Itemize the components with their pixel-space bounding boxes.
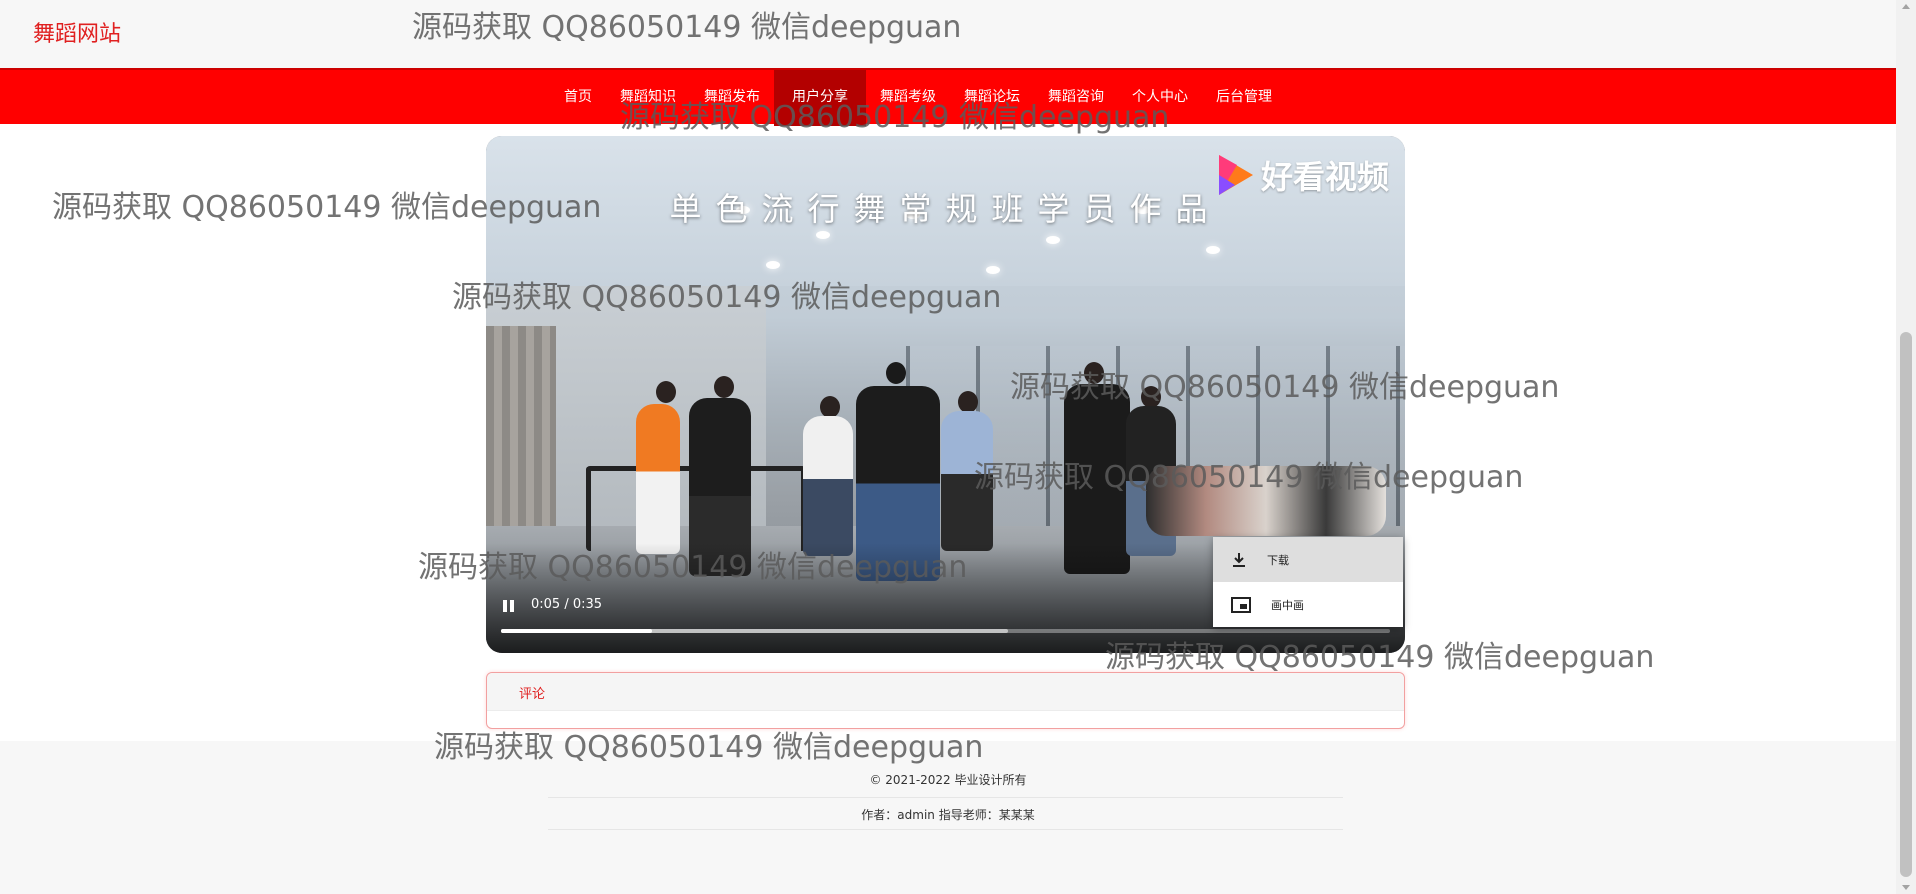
pause-icon [503, 600, 507, 612]
page-footer: © 2021-2022 毕业设计所有 作者：admin 指导老师：某某某 [0, 741, 1896, 894]
page-scrollbar[interactable] [1896, 0, 1916, 894]
nav-item-dance-consult[interactable]: 舞蹈咨询 [1034, 70, 1118, 126]
dancer [941, 411, 993, 551]
footer-divider [548, 829, 1343, 830]
ceiling-light [816, 231, 830, 239]
footer-divider [548, 797, 1343, 798]
video-curtain [486, 326, 556, 546]
comment-section: 评论 [486, 672, 1405, 729]
main-nav-items: 首页 舞蹈知识 舞蹈发布 用户分享 舞蹈考级 舞蹈论坛 舞蹈咨询 个人中心 后台… [550, 70, 1286, 126]
scroll-up-arrow-icon[interactable] [1902, 4, 1910, 9]
comment-tab-bar [487, 673, 1404, 711]
top-header: 舞蹈网站 [0, 0, 1896, 68]
nav-item-dance-knowledge[interactable]: 舞蹈知识 [606, 70, 690, 126]
footer-copyright: © 2021-2022 毕业设计所有 [869, 773, 1027, 787]
video-progress-bar[interactable] [501, 629, 1390, 633]
site-logo-text[interactable]: 舞蹈网站 [33, 16, 121, 48]
dancer-head [1084, 362, 1104, 384]
nav-item-dance-publish[interactable]: 舞蹈发布 [690, 70, 774, 126]
ceiling-light [1046, 236, 1060, 244]
video-time: 0:05 / 0:35 [531, 597, 603, 612]
nav-item-dance-forum[interactable]: 舞蹈论坛 [950, 70, 1034, 126]
tab-comments[interactable]: 评论 [519, 683, 545, 702]
dancer-head [1141, 386, 1161, 408]
play-logo-icon [1218, 155, 1253, 195]
ceiling-light [1206, 246, 1220, 254]
dancer-head [958, 391, 978, 413]
picture-in-picture-icon [1231, 596, 1251, 613]
dancer-head [886, 362, 906, 384]
menu-item-label: 画中画 [1271, 598, 1304, 612]
dancer [803, 416, 853, 556]
seated-audience [1146, 466, 1386, 536]
dancer-head [656, 381, 676, 403]
nav-item-home[interactable]: 首页 [550, 70, 606, 126]
video-context-menu: 下载 画中画 [1213, 537, 1403, 627]
scrollbar-thumb[interactable] [1900, 332, 1912, 877]
video-brand-logo: 好看视频 [1215, 152, 1389, 198]
ceiling-light [986, 266, 1000, 274]
menu-item-label: 下载 [1267, 553, 1289, 567]
nav-item-admin[interactable]: 后台管理 [1202, 70, 1286, 126]
footer-credits: 作者：admin 指导老师：某某某 [861, 808, 1035, 822]
download-icon [1233, 552, 1245, 567]
video-brand-text: 好看视频 [1260, 158, 1389, 196]
nav-item-dance-grading[interactable]: 舞蹈考级 [866, 70, 950, 126]
ceiling-light [766, 261, 780, 269]
pause-icon [510, 600, 514, 612]
scroll-down-arrow-icon[interactable] [1902, 885, 1910, 890]
nav-item-personal-center[interactable]: 个人中心 [1118, 70, 1202, 126]
video-played-bar [501, 629, 653, 633]
main-nav-bar: 首页 舞蹈知识 舞蹈发布 用户分享 舞蹈考级 舞蹈论坛 舞蹈咨询 个人中心 后台… [0, 68, 1896, 126]
nav-item-user-share[interactable]: 用户分享 [774, 70, 866, 126]
pause-button[interactable] [502, 599, 516, 613]
dancer [636, 404, 680, 554]
dancer-head [820, 396, 840, 418]
dancer-head [714, 376, 734, 398]
menu-item-download[interactable]: 下载 [1213, 537, 1403, 582]
menu-item-picture-in-picture[interactable]: 画中画 [1213, 582, 1403, 627]
